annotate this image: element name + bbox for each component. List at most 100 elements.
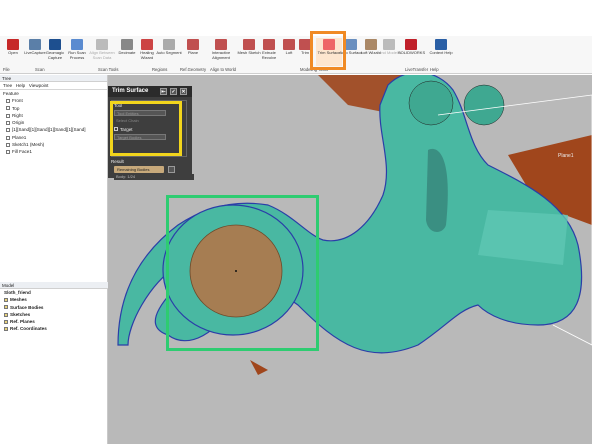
ribbon-group-label: LiveTransfer [405, 67, 429, 72]
result-section: Result [111, 159, 124, 164]
model-label: Ref. Coordinates [10, 326, 47, 332]
send-to-modeler-icon [383, 39, 395, 50]
feature-icon [6, 120, 10, 125]
model-item[interactable]: Ref. Planes [4, 318, 108, 325]
extrude-revolve-icon [263, 39, 275, 50]
feature-label: Fill Face1 [12, 149, 32, 155]
feature-label: Front [12, 98, 23, 104]
interactive-alignment-icon [215, 39, 227, 50]
model-item[interactable]: Sketches [4, 311, 108, 318]
folder-icon [4, 305, 8, 310]
eye-right [463, 84, 505, 126]
run-scan-process-icon [71, 39, 83, 50]
tab-tree[interactable]: Tree [3, 83, 12, 88]
tab-viewpoint[interactable]: Viewpoint [29, 83, 48, 88]
interactive-alignment-label: Interactive Alignment [211, 50, 231, 60]
feature-label: [1][Sand][1][Sand][1][Sand][1][Sand] [12, 127, 86, 133]
disc-highlight [166, 195, 319, 351]
open-icon [7, 39, 19, 50]
folder-icon [4, 319, 8, 324]
plane-label: Plane [187, 50, 199, 55]
left-panel: Tree Tree Help Viewpoint Feature Front To… [0, 75, 108, 444]
feature-label: Plane1 [12, 134, 27, 140]
context-help-button[interactable]: Context Help [428, 38, 454, 66]
feature-item[interactable]: Sketch1 (Mesh) [6, 141, 107, 148]
decimate-icon [121, 39, 133, 50]
interactive-alignment-button[interactable]: Interactive Alignment [208, 38, 234, 66]
feature-icon [6, 142, 10, 147]
back-icon[interactable]: ⇤ [160, 88, 167, 95]
left-tabs: Tree Help Viewpoint [0, 82, 107, 90]
feature-label: Sketch1 (Mesh) [12, 142, 45, 148]
auto-segment-icon [163, 39, 175, 50]
ribbon-group-label: Ref.Geometry [180, 67, 207, 72]
folder-icon [4, 327, 8, 332]
auto-segment-label: Auto Segment [156, 50, 182, 55]
feature-icon [6, 99, 10, 104]
tool-target-highlight [110, 101, 182, 156]
feature-label: Right [12, 112, 23, 118]
feature-item[interactable]: Right [6, 112, 107, 119]
plane-icon [187, 39, 199, 50]
folder-icon [4, 298, 8, 303]
model-tree: Meshes Surface Bodies Sketches Ref. Planes R… [0, 296, 108, 332]
solidworks-button[interactable]: SOLIDWORKS [398, 38, 426, 66]
auto-surface-icon [345, 39, 357, 50]
context-help-icon [435, 39, 447, 50]
terrain-bit [250, 360, 268, 375]
panel-title: Trim Surface [112, 88, 149, 94]
model-title[interactable]: Sloth_friend [0, 289, 108, 296]
run-scan-process-button[interactable]: Run Scan Process [64, 38, 90, 66]
cancel-icon[interactable]: ✕ [180, 88, 187, 95]
feature-item[interactable]: Top [6, 105, 107, 112]
model-label: Meshes [10, 297, 27, 303]
feature-item[interactable]: Plane1 [6, 134, 107, 141]
ribbon-group-label: File [3, 67, 10, 72]
mesh-sketch-icon [243, 39, 255, 50]
feature-tree: Front Top Right Origin [1][Sand][1][Sand][1]… [0, 97, 107, 155]
model-item[interactable]: Surface Bodies [4, 304, 108, 311]
feature-icon [6, 150, 10, 155]
feature-item[interactable]: Front [6, 97, 107, 104]
feature-item[interactable]: Fill Face1 [6, 148, 107, 155]
plane-button[interactable]: Plane [180, 38, 206, 66]
feature-item[interactable]: Origin [6, 119, 107, 126]
folder-icon [4, 312, 8, 317]
livecapture-icon [29, 39, 41, 50]
remaining-bodies-button[interactable]: Remaining Bodies [114, 166, 164, 173]
feature-icon [6, 106, 10, 111]
ribbon-group-label: Regions [152, 67, 168, 72]
trim-surface-highlight [310, 31, 346, 70]
feature-header: Feature [3, 91, 19, 96]
run-scan-process-label: Run Scan Process [68, 50, 86, 60]
feature-label: Top [12, 105, 20, 111]
model-label: Surface Bodies [10, 304, 44, 310]
ribbon-group-label: Scan Tools [98, 67, 119, 72]
context-help-label: Context Help [429, 50, 453, 55]
feature-label: Origin [12, 120, 25, 126]
body-counter: Body: 1/24 [114, 174, 194, 180]
ok-icon[interactable]: ✓ [170, 88, 177, 95]
solidworks-icon [405, 39, 417, 50]
panel-title-bar: Trim Surface ⇤ ✓ ✕ [108, 86, 192, 97]
solidworks-label: SOLIDWORKS [398, 50, 426, 55]
tab-help[interactable]: Help [16, 83, 25, 88]
feature-icon [6, 113, 10, 118]
ribbon-group-label: Align to World [210, 67, 236, 72]
model-item[interactable]: Ref. Coordinates [4, 325, 108, 332]
auto-segment-button[interactable]: Auto Segment [156, 38, 182, 66]
feature-item[interactable]: [1][Sand][1][Sand][1][Sand][1][Sand] [6, 126, 107, 133]
feature-icon [6, 135, 10, 140]
healing-wizard-icon [141, 39, 153, 50]
panel-header-tree: Tree [0, 75, 107, 82]
align-between-scan-data-button[interactable]: Align Between Scan Data [89, 38, 115, 66]
ribbon-group-label: Help [430, 67, 439, 72]
model-label: Sketches [10, 311, 31, 317]
model-item[interactable]: Meshes [4, 296, 108, 303]
model-label: Ref. Planes [10, 319, 35, 325]
align-between-scan-data-label: Align Between Scan Data [89, 50, 115, 60]
ribbon-toolbar: Open LiveCapture Geomagic Capture Run Scan … [0, 36, 592, 74]
remaining-bodies-option[interactable] [168, 166, 175, 173]
plane-label: Plane1 [558, 153, 574, 159]
ribbon-group-label: Scan [35, 67, 45, 72]
